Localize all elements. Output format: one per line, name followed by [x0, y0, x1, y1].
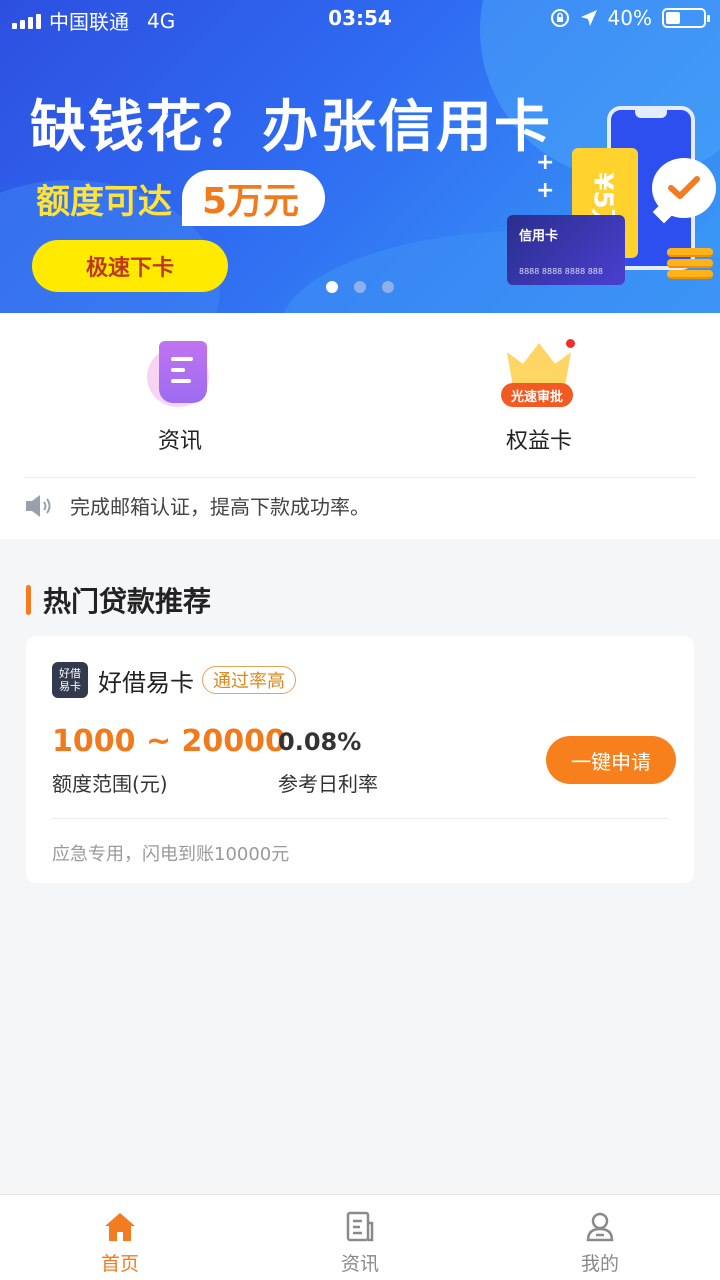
status-bar: 中国联通 4G 03:54 40% — [0, 0, 720, 38]
section-title: 热门贷款推荐 — [43, 585, 212, 618]
tab-label: 资讯 — [340, 1253, 379, 1275]
quick-entry-rights-card[interactable]: 光速审批 权益卡 — [459, 339, 619, 455]
tab-news[interactable]: 资讯 — [240, 1195, 480, 1280]
loan-badge: 通过率高 — [202, 666, 296, 694]
notice-bar[interactable]: 完成邮箱认证，提高下款成功率。 — [24, 491, 370, 520]
checkmark-bubble-icon — [652, 158, 716, 218]
quick-entry-label: 资讯 — [157, 429, 202, 454]
battery-icon — [662, 8, 710, 28]
location-arrow-icon — [580, 10, 597, 26]
loan-name: 好借易卡 — [98, 668, 194, 697]
card-number: 8888 8888 8888 888 — [519, 267, 603, 276]
carousel-dot[interactable] — [354, 281, 366, 293]
speaker-icon — [26, 494, 51, 517]
banner-limit-text: 额度可达 — [36, 181, 172, 222]
notice-text: 完成邮箱认证，提高下款成功率。 — [70, 495, 370, 519]
notification-dot — [566, 339, 575, 348]
quick-entry-panel: 资讯 光速审批 权益卡 完成邮箱认证，提高下款成功率。 — [0, 313, 720, 539]
loan-logo: 好借易卡 — [52, 662, 88, 698]
crown-icon: 光速审批 — [501, 339, 575, 409]
banner-limit-value: 5万元 — [182, 170, 326, 226]
apply-button[interactable]: 一键申请 — [546, 736, 676, 784]
tab-label: 我的 — [580, 1253, 619, 1275]
loan-rate-label: 参考日利率 — [278, 772, 378, 796]
sparkle-icon: + — [536, 178, 555, 203]
carousel-dot[interactable] — [382, 281, 394, 293]
divider — [52, 818, 668, 819]
loan-rate: 0.08% — [278, 728, 362, 756]
quick-entry-label: 权益卡 — [505, 429, 572, 454]
banner-limit: 额度可达 5万元 — [36, 170, 326, 226]
promo-banner[interactable]: 缺钱花？办张信用卡 额度可达 5万元 极速下卡 + + ¥5万 信用卡 8888… — [0, 0, 720, 313]
coins-illustration — [667, 248, 713, 284]
credit-card-illustration: 信用卡 8888 8888 8888 888 — [507, 215, 625, 285]
entry-tag: 光速审批 — [501, 383, 573, 407]
tab-home[interactable]: 首页 — [0, 1195, 240, 1280]
tab-label: 首页 — [100, 1253, 139, 1275]
carousel-dot[interactable] — [326, 281, 338, 293]
sparkle-icon: + — [536, 150, 555, 175]
home-icon — [105, 1213, 135, 1241]
banner-headline: 缺钱花？办张信用卡 — [30, 95, 552, 160]
section-accent-bar — [26, 585, 31, 615]
loan-brand: 好借易卡 好借易卡 通过率高 — [52, 662, 296, 698]
document-icon — [147, 339, 213, 409]
rotation-lock-icon — [550, 9, 569, 27]
loan-note: 应急专用，闪电到账10000元 — [52, 844, 290, 865]
tab-bar: 首页 资讯 我的 — [0, 1194, 720, 1280]
card-title: 信用卡 — [519, 229, 559, 244]
quick-entry-news[interactable]: 资讯 — [100, 339, 260, 455]
user-icon — [586, 1212, 614, 1242]
battery-percent: 40% — [607, 6, 652, 30]
divider — [24, 477, 696, 478]
loan-amount-label: 额度范围(元) — [52, 772, 168, 796]
news-icon — [346, 1211, 374, 1242]
loan-amount: 1000 ~ 20000 — [52, 724, 286, 759]
tab-mine[interactable]: 我的 — [480, 1195, 720, 1280]
loan-card[interactable]: 好借易卡 好借易卡 通过率高 1000 ~ 20000 额度范围(元) 0.08… — [26, 636, 694, 883]
section-header: 热门贷款推荐 — [26, 580, 211, 620]
